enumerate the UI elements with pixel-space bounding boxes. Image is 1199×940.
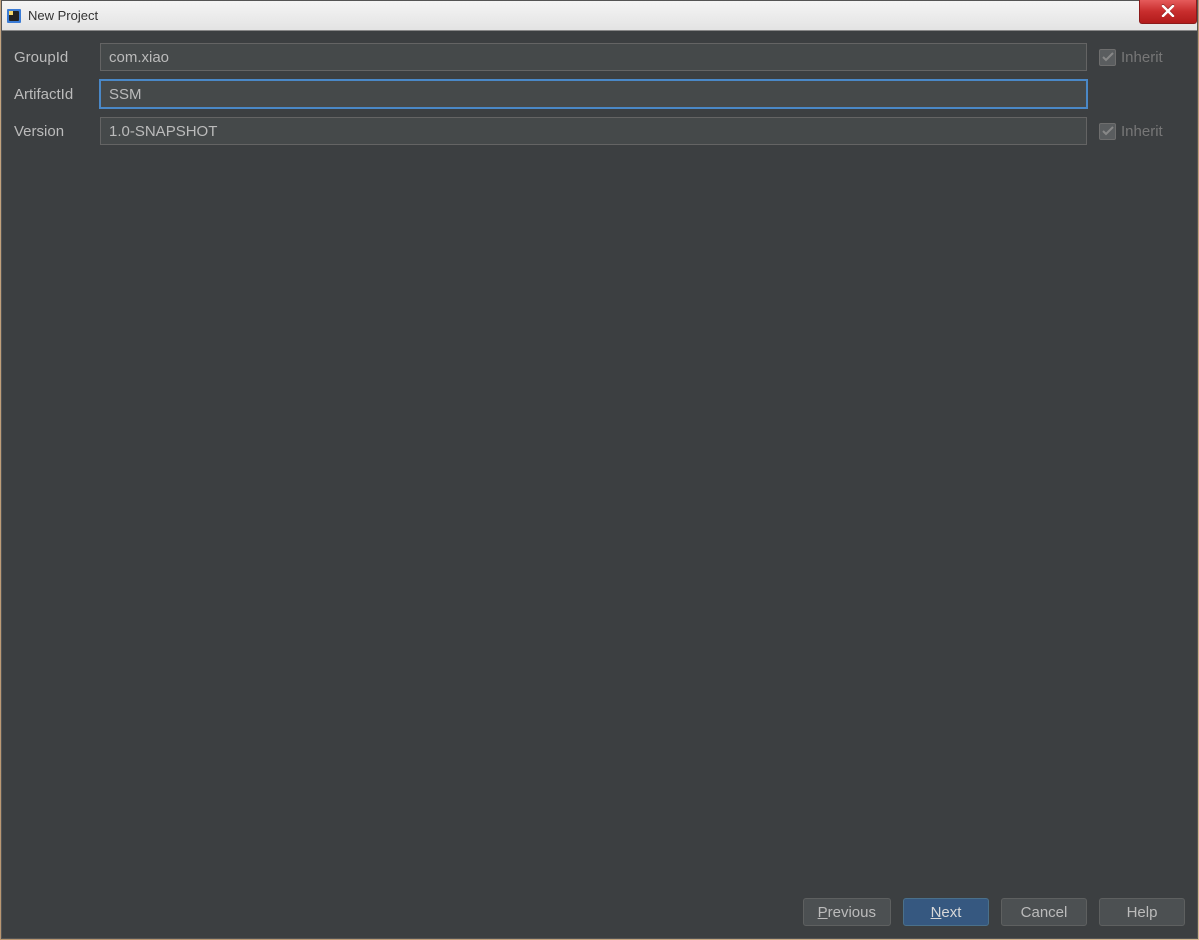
- button-bar: Previous Next Cancel Help: [14, 888, 1185, 926]
- app-icon: [6, 8, 22, 24]
- artifact-id-input[interactable]: [100, 80, 1087, 108]
- group-id-label: GroupId: [14, 49, 92, 66]
- artifact-id-row: ArtifactId: [14, 80, 1185, 108]
- titlebar[interactable]: New Project: [2, 1, 1197, 31]
- new-project-dialog: New Project GroupId Inher: [1, 0, 1198, 939]
- close-button[interactable]: [1139, 0, 1197, 24]
- previous-button[interactable]: Previous: [803, 898, 891, 926]
- version-inherit-group: Inherit: [1099, 123, 1185, 140]
- check-icon: [1102, 126, 1114, 136]
- next-button[interactable]: Next: [903, 898, 989, 926]
- form-spacer: [14, 154, 1185, 888]
- close-icon: [1161, 4, 1175, 20]
- dialog-content: GroupId Inherit ArtifactId Version: [2, 31, 1197, 938]
- version-input[interactable]: [100, 117, 1087, 145]
- cancel-button[interactable]: Cancel: [1001, 898, 1087, 926]
- version-label: Version: [14, 123, 92, 140]
- group-id-inherit-group: Inherit: [1099, 49, 1185, 66]
- version-inherit-label: Inherit: [1121, 123, 1163, 140]
- artifact-id-label: ArtifactId: [14, 86, 92, 103]
- group-id-inherit-label: Inherit: [1121, 49, 1163, 66]
- check-icon: [1102, 52, 1114, 62]
- version-inherit-checkbox[interactable]: [1099, 123, 1116, 140]
- help-button[interactable]: Help: [1099, 898, 1185, 926]
- group-id-input[interactable]: [100, 43, 1087, 71]
- window-title: New Project: [28, 8, 98, 23]
- group-id-row: GroupId Inherit: [14, 43, 1185, 71]
- version-row: Version Inherit: [14, 117, 1185, 145]
- group-id-inherit-checkbox[interactable]: [1099, 49, 1116, 66]
